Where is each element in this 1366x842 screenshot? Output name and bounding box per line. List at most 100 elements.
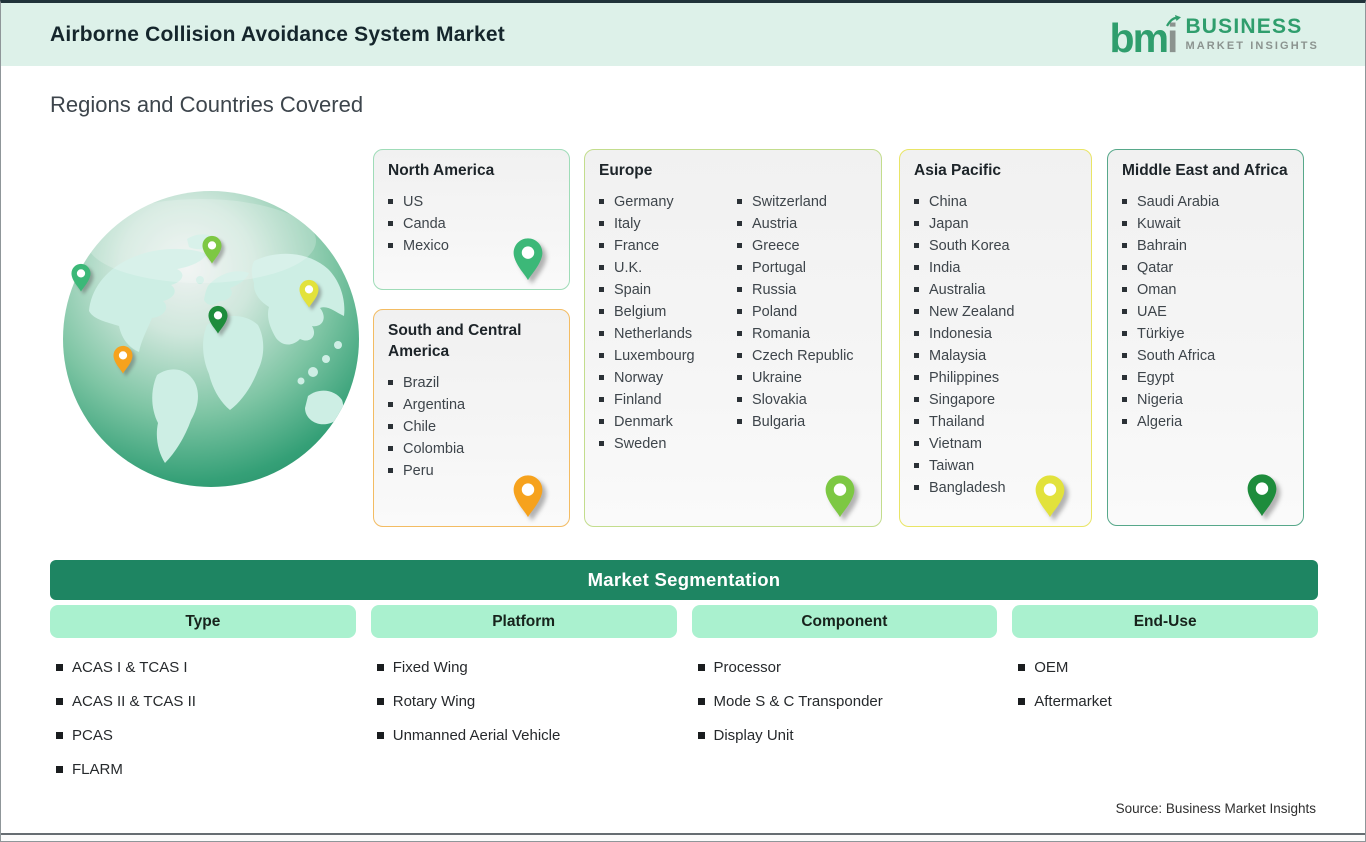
seg-item: OEM — [1018, 659, 1318, 676]
country-item: South Africa — [1122, 345, 1289, 367]
seg-item: Display Unit — [698, 727, 998, 744]
globe-pin-north-america — [70, 263, 92, 294]
section-title: Regions and Countries Covered — [50, 92, 363, 118]
region-title: South and Central America — [388, 321, 555, 363]
country-item: Kuwait — [1122, 213, 1289, 235]
bullet-square-icon — [599, 331, 604, 336]
region-card-middle-east-and-africa: Middle East and AfricaSaudi ArabiaKuwait… — [1107, 149, 1304, 526]
segmentation-banner: Market Segmentation — [50, 560, 1318, 600]
seg-item: Fixed Wing — [377, 659, 677, 676]
country-list: ChinaJapanSouth KoreaIndiaAustraliaNew Z… — [914, 191, 1077, 499]
country-item: Poland — [737, 301, 867, 323]
country-item: Vietnam — [914, 433, 1077, 455]
seg-item: FLARM — [56, 761, 356, 778]
country-item: U.K. — [599, 257, 729, 279]
bullet-square-icon — [1122, 221, 1127, 226]
country-item: UAE — [1122, 301, 1289, 323]
country-item: Finland — [599, 389, 729, 411]
country-list: Saudi ArabiaKuwaitBahrainQatarOmanUAETür… — [1122, 191, 1289, 433]
country-item: Norway — [599, 367, 729, 389]
country-item: New Zealand — [914, 301, 1077, 323]
country-item: Belgium — [599, 301, 729, 323]
country-item: Bahrain — [1122, 235, 1289, 257]
location-pin-icon — [823, 474, 857, 521]
country-item: Denmark — [599, 411, 729, 433]
country-item: Slovakia — [737, 389, 867, 411]
country-item: US — [388, 191, 555, 213]
globe-pin-south-and-central-america — [112, 345, 134, 376]
bullet-square-icon — [388, 468, 393, 473]
bullet-square-icon — [698, 664, 705, 671]
bullet-square-icon — [56, 732, 63, 739]
location-pin-icon — [201, 235, 223, 266]
bullet-square-icon — [914, 243, 919, 248]
country-item: Canda — [388, 213, 555, 235]
bullet-square-icon — [737, 419, 742, 424]
country-item: Czech Republic — [737, 345, 867, 367]
country-item: Italy — [599, 213, 729, 235]
bullet-square-icon — [377, 664, 384, 671]
country-item: Australia — [914, 279, 1077, 301]
country-item: Bulgaria — [737, 411, 867, 433]
bmi-mark-green: bm — [1110, 15, 1168, 61]
seg-item: PCAS — [56, 727, 356, 744]
country-item: Argentina — [388, 394, 555, 416]
seg-item-list: ACAS I & TCAS IACAS II & TCAS IIPCASFLAR… — [56, 659, 356, 778]
world-globe — [61, 189, 361, 489]
brand-logo: bmi BUSINESS MARKET INSIGHTS — [1110, 14, 1319, 55]
seg-item: Mode S & C Transponder — [698, 693, 998, 710]
bullet-square-icon — [914, 353, 919, 358]
region-title: North America — [388, 161, 555, 182]
bullet-square-icon — [737, 199, 742, 204]
bullet-square-icon — [914, 441, 919, 446]
seg-item: ACAS II & TCAS II — [56, 693, 356, 710]
country-list: BrazilArgentinaChileColombiaPeru — [388, 372, 555, 482]
bullet-square-icon — [599, 243, 604, 248]
bottom-border — [1, 833, 1365, 842]
country-item: Switzerland — [737, 191, 867, 213]
seg-column-type: TypeACAS I & TCAS IACAS II & TCAS IIPCAS… — [50, 605, 356, 795]
bullet-square-icon — [737, 309, 742, 314]
seg-column-end-use: End-UseOEMAftermarket — [1012, 605, 1318, 795]
country-item: Netherlands — [599, 323, 729, 345]
region-title: Asia Pacific — [914, 161, 1077, 182]
segmentation-columns: TypeACAS I & TCAS IACAS II & TCAS IIPCAS… — [50, 605, 1318, 795]
bullet-square-icon — [737, 375, 742, 380]
bullet-square-icon — [1122, 287, 1127, 292]
country-item: Qatar — [1122, 257, 1289, 279]
page-title: Airborne Collision Avoidance System Mark… — [50, 23, 505, 47]
country-item: Egypt — [1122, 367, 1289, 389]
country-item: Algeria — [1122, 411, 1289, 433]
location-pin-icon — [511, 474, 545, 521]
infographic-page: Airborne Collision Avoidance System Mark… — [0, 0, 1366, 842]
country-item: Singapore — [914, 389, 1077, 411]
seg-item-list: Fixed WingRotary WingUnmanned Aerial Veh… — [377, 659, 677, 744]
bullet-square-icon — [914, 485, 919, 490]
country-item: Philippines — [914, 367, 1077, 389]
bullet-square-icon — [1122, 419, 1127, 424]
location-pin-icon — [511, 237, 545, 284]
country-item: Thailand — [914, 411, 1077, 433]
country-item: Portugal — [737, 257, 867, 279]
country-item: Indonesia — [914, 323, 1077, 345]
bullet-square-icon — [1122, 309, 1127, 314]
country-item: Russia — [737, 279, 867, 301]
bullet-square-icon — [914, 221, 919, 226]
bullet-square-icon — [914, 397, 919, 402]
bullet-square-icon — [1018, 698, 1025, 705]
location-pin-icon — [298, 279, 320, 310]
country-item: Japan — [914, 213, 1077, 235]
bullet-square-icon — [698, 698, 705, 705]
seg-item: Processor — [698, 659, 998, 676]
globe-illustration-icon — [61, 189, 361, 489]
bullet-square-icon — [914, 287, 919, 292]
seg-header-pill: Platform — [371, 605, 677, 638]
bullet-square-icon — [737, 353, 742, 358]
region-card-north-america: North AmericaUSCandaMexico — [373, 149, 570, 290]
location-pin-icon — [1245, 473, 1279, 520]
country-item: Malaysia — [914, 345, 1077, 367]
country-item: Saudi Arabia — [1122, 191, 1289, 213]
bullet-square-icon — [1122, 265, 1127, 270]
country-item: Greece — [737, 235, 867, 257]
bullet-square-icon — [737, 287, 742, 292]
